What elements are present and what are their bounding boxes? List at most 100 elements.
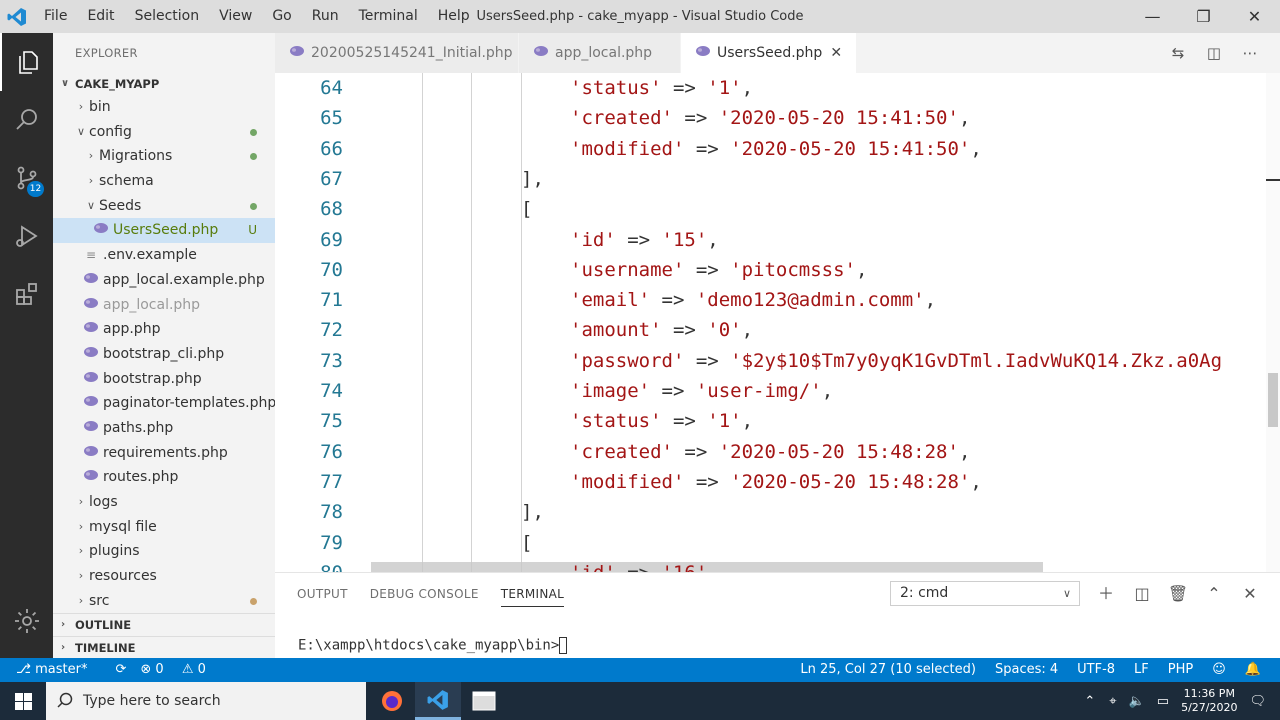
panel-tab-debug-console[interactable]: DEBUG CONSOLE — [370, 585, 479, 607]
tree-item-schema[interactable]: › schema — [53, 169, 275, 194]
panel-tab-output[interactable]: OUTPUT — [297, 585, 348, 607]
more-actions-icon[interactable]: ⋯ — [1232, 44, 1268, 62]
sync-icon[interactable]: ⟳ — [115, 658, 126, 682]
tree-item-label: src — [89, 592, 110, 609]
language-mode[interactable]: PHP — [1168, 658, 1193, 682]
tree-item--env-example[interactable]: ≡ .env.example — [53, 243, 275, 268]
array-key: 'status' — [570, 77, 662, 99]
split-editor-icon[interactable]: ◫ — [1196, 44, 1232, 62]
restore-icon[interactable]: ❐ — [1178, 0, 1229, 33]
cursor-position[interactable]: Ln 25, Col 27 (10 selected) — [800, 658, 976, 682]
tree-item-logs[interactable]: › logs — [53, 490, 275, 515]
clock[interactable]: 11:36 PM 5/27/2020 — [1181, 687, 1237, 715]
menu-edit[interactable]: Edit — [77, 0, 124, 33]
tree-item-routes-php[interactable]: routes.php — [53, 465, 275, 490]
panel-tab-terminal[interactable]: TERMINAL — [500, 585, 565, 607]
tree-item-paths-php[interactable]: paths.php — [53, 416, 275, 441]
tree-item-plugins[interactable]: › plugins — [53, 539, 275, 564]
close-window-icon[interactable]: ✕ — [1229, 0, 1280, 33]
tree-item-label: paginator-templates.php — [103, 395, 275, 412]
project-root[interactable]: ∨ CAKE_MYAPP — [53, 73, 275, 95]
windows-start-icon[interactable] — [0, 682, 46, 720]
tree-item-paginator-templates-php[interactable]: paginator-templates.php — [53, 391, 275, 416]
menu-help[interactable]: Help — [428, 0, 480, 33]
tree-item-label: requirements.php — [103, 444, 228, 461]
code-editor[interactable]: 64 'status' => '1', 65 'created' => '2020-0… — [275, 73, 1280, 572]
timeline-section[interactable]: › TIMELINE — [53, 636, 275, 658]
terminal-taskbar-icon[interactable] — [461, 682, 507, 720]
timeline-label: TIMELINE — [75, 640, 136, 655]
branch-indicator[interactable]: ⎇ master* — [16, 658, 101, 682]
menu-file[interactable]: File — [34, 0, 77, 33]
maximize-panel-icon[interactable]: ⌃ — [1196, 581, 1232, 606]
tree-item-resources[interactable]: › resources — [53, 564, 275, 589]
search-icon[interactable] — [0, 91, 53, 149]
chevron-right-icon: › — [88, 149, 94, 163]
new-terminal-icon[interactable]: ＋ — [1088, 581, 1124, 606]
tree-item-label: app_local.example.php — [103, 271, 265, 288]
terminal-select[interactable]: 2: cmd ∨ — [890, 581, 1080, 606]
vscode-taskbar-icon[interactable] — [415, 682, 461, 720]
tree-item-mysql-file[interactable]: › mysql file — [53, 515, 275, 540]
minimize-icon[interactable]: — — [1127, 0, 1178, 33]
terminal-output[interactable]: E:\xampp\htdocs\cake_myapp\bin> — [298, 637, 568, 654]
open-changes-icon[interactable]: ⇆ — [1160, 44, 1196, 62]
feedback-icon[interactable]: ☺ — [1212, 658, 1226, 682]
window-controls: — ❐ ✕ — [1127, 0, 1280, 33]
title-bar: File Edit Selection View Go Run Terminal Help U… — [0, 0, 1280, 33]
tree-item-requirements-php[interactable]: requirements.php — [53, 441, 275, 466]
run-debug-icon[interactable] — [0, 207, 53, 265]
tree-item-usersseed-php[interactable]: UsersSeed.php U — [53, 218, 275, 244]
end-of-line[interactable]: LF — [1134, 658, 1149, 682]
tree-item-label: bin — [89, 99, 111, 115]
tab-label: 20200525145241_Initial.php — [311, 45, 513, 61]
firefox-icon[interactable] — [369, 682, 415, 720]
problems-indicator[interactable]: ⊗ 0 ⚠ 0 — [140, 658, 220, 682]
tree-item-migrations[interactable]: › Migrations — [53, 144, 275, 169]
tree-item-src[interactable]: › src — [53, 589, 275, 614]
close-panel-icon[interactable]: ✕ — [1232, 581, 1268, 606]
menu-run[interactable]: Run — [302, 0, 349, 33]
extensions-icon[interactable] — [0, 265, 53, 323]
line-number: 77 — [320, 470, 343, 493]
tree-item-bootstrap-php[interactable]: bootstrap.php — [53, 367, 275, 392]
array-key: 'amount' — [570, 319, 662, 342]
array-key: 'created' — [570, 107, 673, 130]
menu-selection[interactable]: Selection — [125, 0, 210, 33]
tree-item-config[interactable]: ∨ config — [53, 120, 275, 145]
tab-app-local-php[interactable]: app_local.php — [519, 33, 681, 73]
tab-usersseed-php[interactable]: UsersSeed.php ✕ — [681, 33, 858, 73]
split-terminal-icon[interactable]: ◫ — [1124, 581, 1160, 606]
menu-go[interactable]: Go — [262, 0, 301, 33]
tree-item-app-local-php[interactable]: app_local.php — [53, 293, 275, 318]
code-text: ], — [521, 167, 544, 190]
tree-item-app-php[interactable]: app.php — [53, 317, 275, 342]
volume-icon[interactable]: 🔈 — [1129, 694, 1145, 709]
notifications-icon[interactable]: 🔔 — [1245, 658, 1261, 682]
tree-item-bootstrap-cli-php[interactable]: bootstrap_cli.php — [53, 342, 275, 367]
menu-terminal[interactable]: Terminal — [349, 0, 428, 33]
indentation[interactable]: Spaces: 4 — [995, 658, 1058, 682]
kill-terminal-icon[interactable]: 🗑 — [1160, 581, 1196, 606]
close-tab-icon[interactable]: ✕ — [830, 45, 842, 61]
network-icon[interactable]: ⌖ — [1109, 694, 1116, 709]
tab-20200525145241-initial-php[interactable]: 20200525145241_Initial.php — [275, 33, 519, 73]
source-control-icon[interactable]: 12 — [0, 149, 53, 207]
line-number: 65 — [320, 107, 343, 130]
tree-item-bin[interactable]: › bin — [53, 95, 275, 120]
code-text: 'status' => '1', — [570, 410, 754, 433]
settings-gear-icon[interactable] — [0, 592, 53, 650]
tree-item-seeds[interactable]: ∨ Seeds — [53, 194, 275, 219]
explorer-icon[interactable] — [0, 33, 53, 91]
battery-icon[interactable]: ▭ — [1157, 694, 1169, 709]
encoding[interactable]: UTF-8 — [1077, 658, 1115, 682]
code-line: 78], — [275, 497, 1280, 527]
line-tail: , — [821, 380, 834, 402]
taskbar-search[interactable]: Type here to search — [46, 682, 366, 720]
menu-view[interactable]: View — [209, 0, 262, 33]
tree-item-app-local-example-php[interactable]: app_local.example.php — [53, 268, 275, 293]
outline-section[interactable]: › OUTLINE — [53, 614, 275, 636]
chevron-up-icon[interactable]: ⌃ — [1084, 694, 1095, 709]
code-text: 'modified' => '2020-05-20 15:48:28', — [570, 470, 982, 493]
action-center-icon[interactable]: 🗨 — [1249, 694, 1266, 709]
